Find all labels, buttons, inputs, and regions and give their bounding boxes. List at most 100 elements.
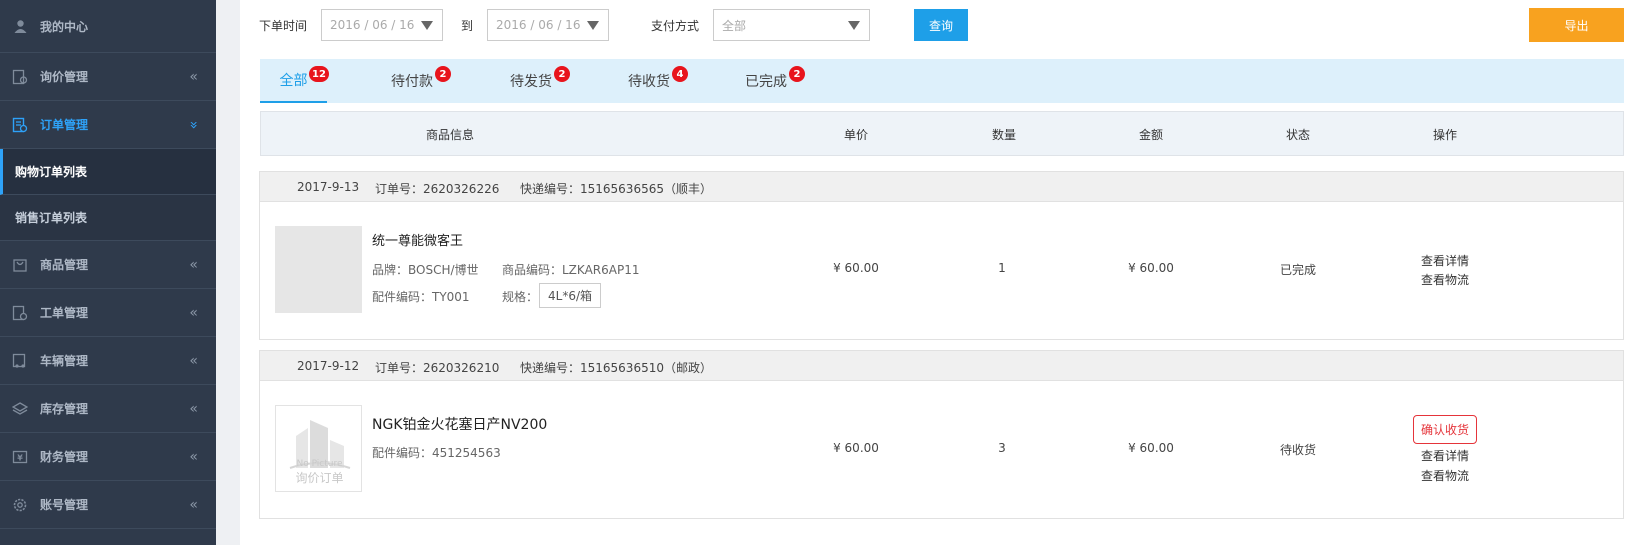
tab-label: 待发货 xyxy=(510,74,552,90)
sidebar-subitem-purchase-orders[interactable]: 购物订单列表 xyxy=(0,149,216,195)
confirm-receipt-button[interactable]: 确认收货 xyxy=(1412,415,1478,444)
quantity: 3 xyxy=(998,441,1006,455)
date-from-select[interactable]: 2016 / 06 / 16 xyxy=(321,9,444,41)
quantity: 1 xyxy=(998,261,1006,275)
tab-count-badge: 2 xyxy=(789,66,805,82)
order-status: 待收货 xyxy=(1279,443,1317,457)
view-details-link[interactable]: 查看详情 xyxy=(1421,447,1469,464)
order-date: 2017-9-13 xyxy=(297,180,360,194)
tab-count-badge: 4 xyxy=(672,66,688,82)
user-icon xyxy=(0,19,40,34)
order-number: 订单号：2620326210 xyxy=(375,361,500,375)
part-code: 配件编码：451254563 xyxy=(372,446,501,460)
finance-icon: ¥ xyxy=(0,449,40,465)
product-brand: 品牌：BOSCH/博世 xyxy=(372,263,479,277)
tab-pending-payment[interactable]: 待付款 xyxy=(391,59,433,103)
sidebar: 我的中心 询价管理 « 订单管理 » 购物订单列表 销售订单列表 商品管理 « … xyxy=(0,0,216,545)
sidebar-item-label: 我的中心 xyxy=(40,19,89,34)
payment-method-label: 支付方式 xyxy=(651,18,700,33)
tab-count-badge: 2 xyxy=(554,66,570,82)
sidebar-item-label: 工单管理 xyxy=(40,306,89,320)
view-details-link[interactable]: 查看详情 xyxy=(1421,252,1469,269)
export-button[interactable]: 导出 xyxy=(1529,8,1624,42)
order-header: 2017-9-13 订单号：2620326226 快递编号：1516563656… xyxy=(260,172,1623,202)
spec-value: 4L*6/箱 xyxy=(539,283,601,308)
chevron-down-icon: » xyxy=(185,120,202,129)
order-card: 2017-9-13 订单号：2620326226 快递编号：1516563656… xyxy=(259,171,1624,340)
chevron-left-icon: « xyxy=(189,304,198,321)
query-button[interactable]: 查询 xyxy=(914,9,968,41)
filter-bar: 下单时间 2016 / 06 / 16 到 2016 / 06 / 16 支付方… xyxy=(259,9,871,41)
date-to-value: 2016 / 06 / 16 xyxy=(496,18,581,32)
sidebar-item-inventory[interactable]: 库存管理 « xyxy=(0,385,216,433)
inquiry-icon xyxy=(0,69,40,85)
order-status: 已完成 xyxy=(1279,263,1317,277)
tab-label: 全部 xyxy=(279,73,308,89)
date-to-select[interactable]: 2016 / 06 / 16 xyxy=(487,9,610,41)
product-name[interactable]: NGK铂金火花塞日产NV200 xyxy=(372,414,547,434)
sidebar-item-accounts[interactable]: 账号管理 « xyxy=(0,481,216,529)
column-header: 数量 xyxy=(991,128,1017,142)
chevron-left-icon: « xyxy=(189,496,198,513)
order-header: 2017-9-12 订单号：2620326210 快递编号：1516563651… xyxy=(260,351,1623,381)
tab-count-badge: 12 xyxy=(309,66,329,82)
column-header: 金额 xyxy=(1138,128,1164,142)
tab-label: 待付款 xyxy=(391,74,433,90)
sidebar-item-vehicles[interactable]: 车辆管理 « xyxy=(0,337,216,385)
tab-count-badge: 2 xyxy=(435,66,451,82)
express-number: 快递编号：15165636565（顺丰） xyxy=(520,182,712,196)
layers-icon xyxy=(0,401,40,417)
sidebar-item-label: 商品管理 xyxy=(40,258,89,272)
view-logistics-link[interactable]: 查看物流 xyxy=(1421,467,1469,484)
to-label: 到 xyxy=(461,18,474,33)
tab-pending-shipment[interactable]: 待发货 xyxy=(510,59,552,103)
sidebar-item-inquiry[interactable]: 询价管理 « xyxy=(0,53,216,101)
spec-label: 规格： xyxy=(502,290,539,304)
date-from-value: 2016 / 06 / 16 xyxy=(330,18,415,32)
caret-down-icon xyxy=(848,21,861,30)
workorder-icon xyxy=(0,305,40,321)
product-code: 商品编码：LZKAR6AP11 xyxy=(502,263,640,277)
chevron-left-icon: « xyxy=(189,68,198,85)
tab-label: 待收货 xyxy=(628,74,670,90)
column-header: 状态 xyxy=(1285,128,1311,142)
payment-method-select[interactable]: 全部 xyxy=(713,9,871,41)
unit-price: ¥ 60.00 xyxy=(833,441,879,455)
payment-method-value: 全部 xyxy=(722,18,747,33)
unit-price: ¥ 60.00 xyxy=(833,261,879,275)
order-row: No Picture 询价订单 NGK铂金火花塞日产NV200 配件编码：451… xyxy=(260,381,1623,518)
part-code: 配件编码：TY001 xyxy=(372,290,470,304)
sidebar-item-label: 订单管理 xyxy=(40,118,89,132)
product-thumbnail[interactable] xyxy=(275,226,362,313)
sidebar-item-finance[interactable]: ¥ 财务管理 « xyxy=(0,433,216,481)
caret-down-icon xyxy=(587,21,600,30)
sidebar-item-workorders[interactable]: 工单管理 « xyxy=(0,289,216,337)
order-number: 订单号：2620326226 xyxy=(375,182,500,196)
order-status-tabs: 全部 12 待付款 2 待发货 2 待收货 4 已完成 2 xyxy=(260,59,1624,103)
caret-down-icon xyxy=(421,21,434,30)
sidebar-item-label: 财务管理 xyxy=(40,450,89,464)
bag-icon xyxy=(0,257,40,273)
tab-completed[interactable]: 已完成 xyxy=(745,59,787,103)
order-icon xyxy=(0,117,40,133)
gear-icon xyxy=(0,497,40,513)
chevron-left-icon: « xyxy=(189,352,198,369)
view-logistics-link[interactable]: 查看物流 xyxy=(1421,271,1469,288)
sidebar-subitem-sales-orders[interactable]: 销售订单列表 xyxy=(0,195,216,241)
column-header: 操作 xyxy=(1432,128,1458,142)
order-card: 2017-9-12 订单号：2620326210 快递编号：1516563651… xyxy=(259,350,1624,519)
table-header: 商品信息 单价 数量 金额 状态 操作 xyxy=(260,111,1624,156)
chevron-left-icon: « xyxy=(189,256,198,273)
sidebar-item-label: 账号管理 xyxy=(40,498,89,512)
sidebar-item-label: 库存管理 xyxy=(40,402,89,416)
sidebar-item-my-center[interactable]: 我的中心 xyxy=(0,0,216,53)
product-name[interactable]: 统一尊能微客王 xyxy=(372,230,463,249)
tab-pending-receipt[interactable]: 待收货 xyxy=(628,59,670,103)
sidebar-item-label: 询价管理 xyxy=(40,70,89,84)
no-picture-placeholder[interactable]: No Picture 询价订单 xyxy=(275,405,362,492)
content-gutter xyxy=(216,0,240,545)
sidebar-item-orders[interactable]: 订单管理 » xyxy=(0,101,216,149)
sidebar-item-products[interactable]: 商品管理 « xyxy=(0,241,216,289)
order-date: 2017-9-12 xyxy=(297,359,360,373)
column-header: 单价 xyxy=(843,128,869,142)
